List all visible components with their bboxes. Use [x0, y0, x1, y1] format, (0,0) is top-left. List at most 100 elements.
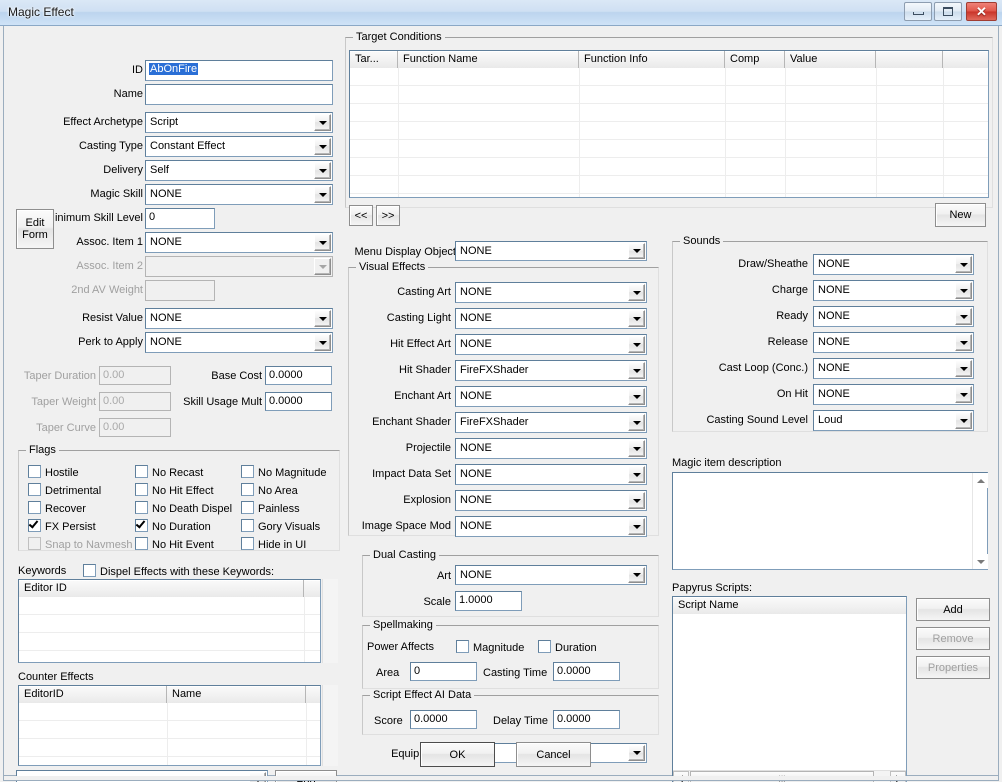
chevron-down-icon[interactable]	[628, 284, 645, 301]
chevron-down-icon[interactable]	[955, 282, 972, 299]
chevron-down-icon[interactable]	[955, 412, 972, 429]
cast-loop-conc-combo[interactable]: NONE	[813, 358, 974, 379]
counter-effects-list-rows[interactable]	[19, 703, 320, 765]
papyrus-remove-button[interactable]: Remove	[916, 627, 990, 650]
table-row[interactable]	[350, 68, 988, 86]
counter-effects-list-header[interactable]: EditorID Name	[19, 686, 320, 703]
chevron-down-icon[interactable]	[314, 114, 331, 131]
flag-fx-persist-checkbox[interactable]	[28, 518, 41, 532]
name-input[interactable]	[145, 84, 333, 105]
score-input[interactable]: 0.0000	[410, 710, 477, 729]
flag-no-hit-effect-checkbox[interactable]	[135, 483, 148, 496]
flag-hide-in-ui-checkbox[interactable]	[241, 537, 254, 550]
chevron-down-icon[interactable]	[314, 310, 331, 327]
table-row[interactable]	[350, 158, 988, 176]
scroll-down-icon[interactable]	[973, 554, 988, 569]
power-affects-magnitude-checkbox[interactable]	[456, 640, 469, 653]
dual-casting-art-combo[interactable]: NONE	[455, 565, 647, 585]
table-row[interactable]	[350, 122, 988, 140]
target-conditions-list[interactable]: Tar... Function Name Function Info Comp …	[349, 50, 989, 198]
target-conditions-header[interactable]: Tar... Function Name Function Info Comp …	[350, 51, 988, 68]
keywords-col-editor-id[interactable]: Editor ID	[19, 580, 304, 597]
chevron-down-icon[interactable]	[628, 388, 645, 405]
papyrus-col-script-name[interactable]: Script Name	[673, 597, 906, 614]
chevron-down-icon[interactable]	[628, 492, 645, 509]
magic-skill-combo[interactable]: NONE	[145, 184, 333, 205]
casting-sound-level-combo[interactable]: Loud	[813, 410, 974, 431]
chevron-down-icon[interactable]	[955, 360, 972, 377]
papyrus-list-rows[interactable]	[673, 614, 906, 782]
chevron-down-icon[interactable]	[314, 138, 331, 155]
chevron-down-icon[interactable]	[628, 362, 645, 379]
minimum-skill-level-input[interactable]: 0	[145, 208, 215, 229]
table-row[interactable]	[350, 176, 988, 194]
counter-effects-scrollbar[interactable]	[322, 685, 338, 766]
chevron-down-icon[interactable]	[628, 336, 645, 353]
casting-art-combo[interactable]: NONE	[455, 282, 647, 303]
chevron-down-icon[interactable]	[628, 310, 645, 327]
magic-item-description-textarea[interactable]	[672, 472, 988, 570]
ready-combo[interactable]: NONE	[813, 306, 974, 327]
table-row[interactable]	[350, 104, 988, 122]
list-row[interactable]	[19, 721, 320, 739]
counter-col-blank[interactable]	[306, 686, 320, 703]
tc-col-comp[interactable]: Comp	[725, 51, 785, 68]
flag-gory-visuals-checkbox[interactable]	[241, 519, 254, 532]
chevron-down-icon[interactable]	[955, 308, 972, 325]
power-affects-duration-checkbox[interactable]	[538, 640, 551, 653]
maximize-button[interactable]	[934, 2, 962, 21]
impact-data-set-combo[interactable]: NONE	[455, 464, 647, 485]
chevron-down-icon[interactable]	[955, 386, 972, 403]
perk-to-apply-combo[interactable]: NONE	[145, 332, 333, 353]
tc-col-blank-2[interactable]	[943, 51, 988, 68]
papyrus-add-button[interactable]: Add	[916, 598, 990, 621]
target-conditions-rows[interactable]	[350, 68, 988, 197]
hit-effect-art-combo[interactable]: NONE	[455, 334, 647, 355]
chevron-down-icon[interactable]	[314, 162, 331, 179]
tc-col-value[interactable]: Value	[785, 51, 876, 68]
explosion-combo[interactable]: NONE	[455, 490, 647, 511]
list-row[interactable]	[19, 633, 320, 651]
effect-archetype-combo[interactable]: Script	[145, 112, 333, 133]
keywords-list-rows[interactable]	[19, 597, 320, 662]
keywords-list-header[interactable]: Editor ID	[19, 580, 320, 597]
description-scrollbar[interactable]	[972, 473, 988, 569]
chevron-down-icon[interactable]	[314, 186, 331, 203]
casting-type-combo[interactable]: Constant Effect	[145, 136, 333, 157]
counter-effects-list[interactable]: EditorID Name	[18, 685, 321, 766]
keywords-scrollbar[interactable]	[322, 579, 338, 663]
list-row[interactable]	[19, 651, 320, 662]
base-cost-input[interactable]: 0.0000	[265, 366, 332, 385]
on-hit-combo[interactable]: NONE	[813, 384, 974, 405]
close-button[interactable]: ✕	[966, 2, 997, 21]
skill-usage-mult-input[interactable]: 0.0000	[265, 392, 332, 411]
ok-button[interactable]: OK	[420, 742, 495, 767]
flag-recover-checkbox[interactable]	[28, 501, 41, 514]
image-space-mod-combo[interactable]: NONE	[455, 516, 647, 537]
spellmaking-area-input[interactable]: 0	[410, 662, 477, 681]
flag-no-magnitude-checkbox[interactable]	[241, 465, 254, 478]
tc-col-target[interactable]: Tar...	[350, 51, 398, 68]
chevron-down-icon[interactable]	[314, 234, 331, 251]
papyrus-scripts-list[interactable]: Script Name |||	[672, 596, 907, 782]
flag-no-hit-event-checkbox[interactable]	[135, 537, 148, 550]
hit-shader-combo[interactable]: FireFXShader	[455, 360, 647, 381]
dispel-effects-checkbox[interactable]	[83, 564, 96, 577]
projectile-combo[interactable]: NONE	[455, 438, 647, 459]
minimize-button[interactable]	[904, 2, 932, 21]
enchant-shader-combo[interactable]: FireFXShader	[455, 412, 647, 433]
flag-detrimental-checkbox[interactable]	[28, 483, 41, 496]
new-condition-button[interactable]: New	[935, 203, 986, 227]
chevron-down-icon[interactable]	[628, 567, 645, 583]
chevron-down-icon[interactable]	[628, 745, 645, 761]
papyrus-list-header[interactable]: Script Name	[673, 597, 906, 614]
flag-no-recast-checkbox[interactable]	[135, 465, 148, 478]
delivery-combo[interactable]: Self	[145, 160, 333, 181]
chevron-down-icon[interactable]	[955, 334, 972, 351]
condition-next-button[interactable]: >>	[376, 205, 400, 226]
menu-display-object-combo[interactable]: NONE	[455, 241, 647, 261]
chevron-down-icon[interactable]	[628, 243, 645, 259]
keywords-col-blank[interactable]	[304, 580, 320, 597]
flag-no-duration-checkbox[interactable]	[135, 518, 148, 532]
counter-col-editorid[interactable]: EditorID	[19, 686, 167, 703]
